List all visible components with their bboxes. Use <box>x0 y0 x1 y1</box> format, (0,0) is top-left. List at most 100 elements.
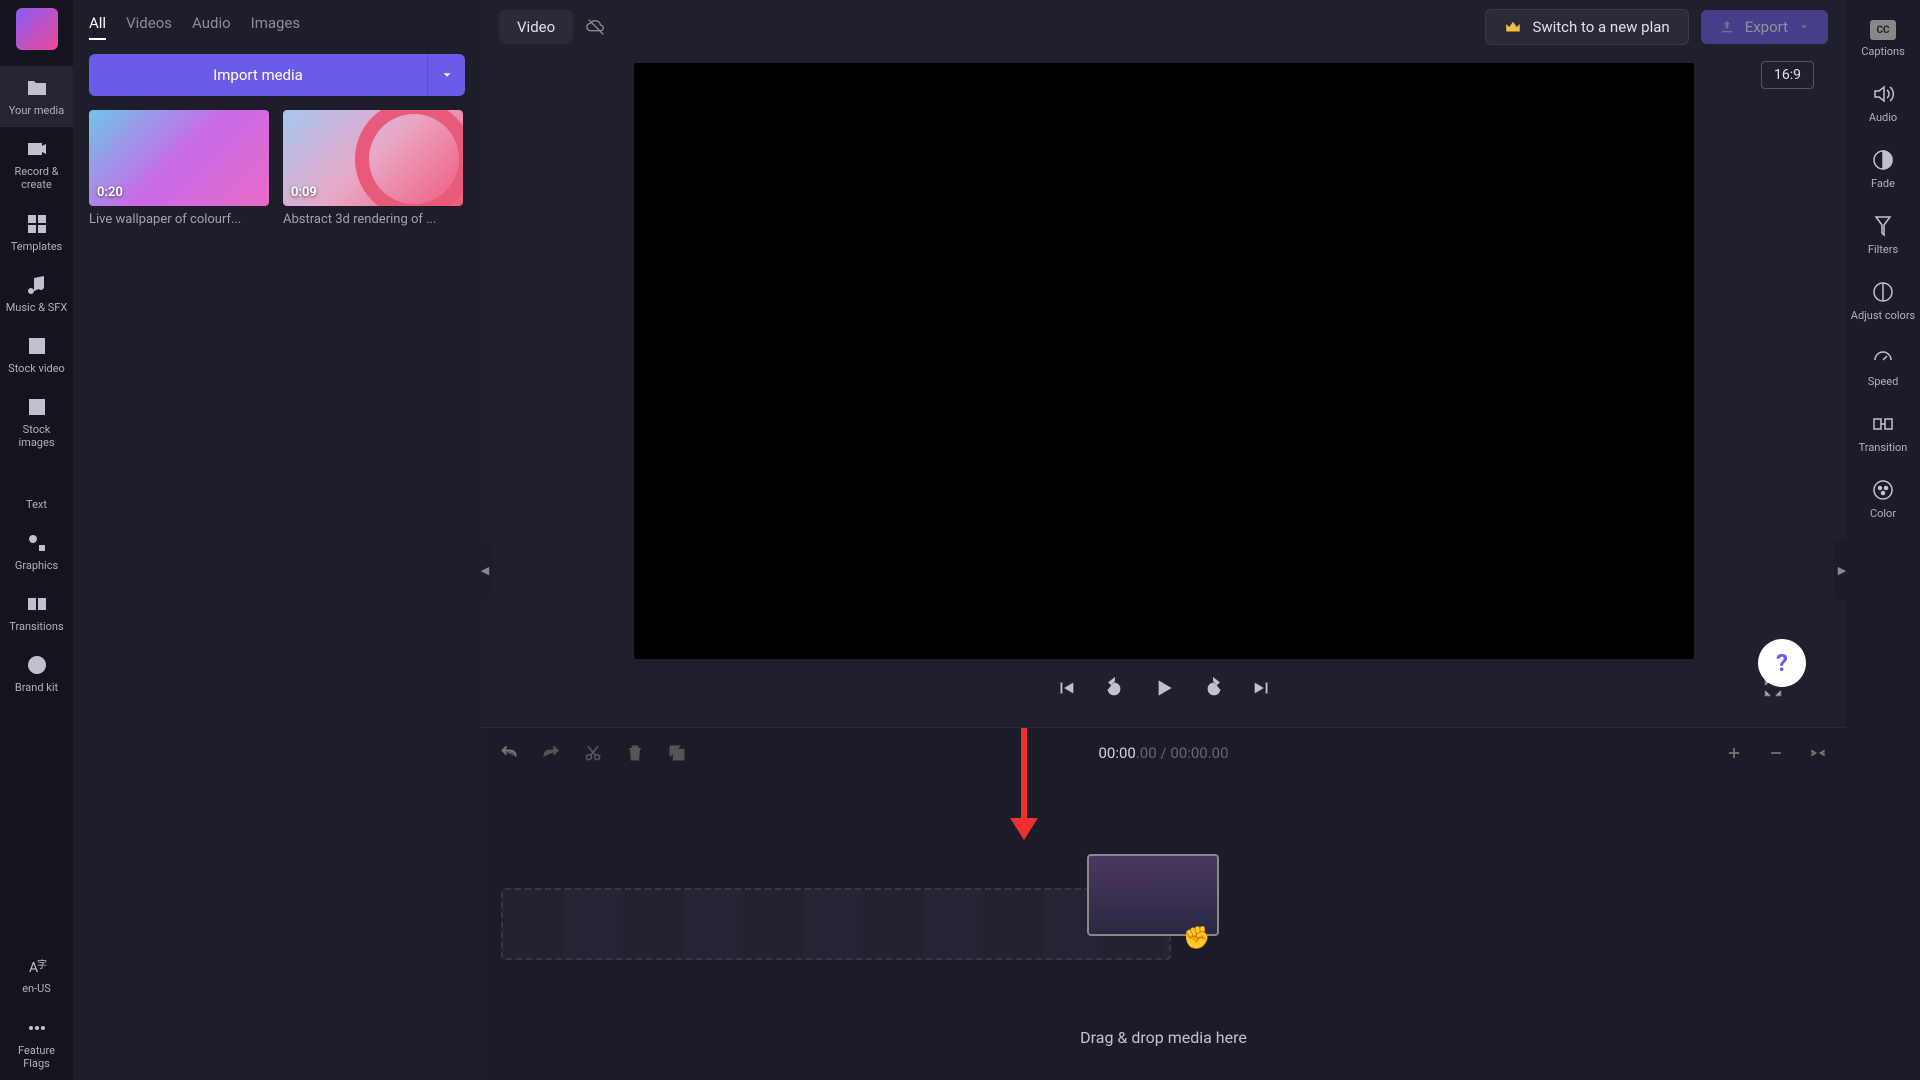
export-button[interactable]: Export <box>1701 10 1828 44</box>
sidebar-label: Feature Flags <box>4 1044 69 1070</box>
right-item-speed[interactable]: Speed <box>1846 336 1920 402</box>
clip-thumbnail: 0:20 <box>89 110 269 206</box>
sidebar-item-your-media[interactable]: Your media <box>0 66 73 127</box>
annotation-arrow <box>1021 728 1038 840</box>
contrast-icon <box>1871 280 1895 304</box>
media-clip[interactable]: 0:09 Abstract 3d rendering of ... <box>283 110 463 227</box>
right-label: Captions <box>1861 45 1905 58</box>
fit-button[interactable] <box>1808 743 1828 763</box>
play-button[interactable] <box>1151 675 1177 701</box>
skip-start-button[interactable] <box>1055 677 1077 699</box>
sidebar-item-stock-images[interactable]: Stock images <box>0 385 73 459</box>
import-row: Import media <box>89 54 465 96</box>
sidebar-item-music[interactable]: Music & SFX <box>0 263 73 324</box>
sidebar-label: Stock images <box>4 423 69 449</box>
import-media-dropdown[interactable] <box>427 54 465 96</box>
sidebar-label: Music & SFX <box>6 301 68 314</box>
film-icon <box>25 334 49 358</box>
tab-videos[interactable]: Videos <box>126 14 172 40</box>
speed-icon <box>1871 346 1895 370</box>
switch-plan-button[interactable]: Switch to a new plan <box>1485 9 1688 45</box>
left-sidebar: Your media Record & create Templates Mus… <box>0 0 73 1080</box>
right-label: Filters <box>1868 243 1898 256</box>
cloud-off-icon <box>585 16 607 38</box>
right-label: Speed <box>1868 375 1899 388</box>
templates-icon <box>25 212 49 236</box>
switch-plan-label: Switch to a new plan <box>1532 18 1669 36</box>
chevron-down-icon <box>440 68 454 82</box>
upload-icon <box>1719 19 1735 35</box>
app-logo[interactable] <box>16 8 58 50</box>
sidebar-item-record[interactable]: Record & create <box>0 127 73 201</box>
sidebar-label: Brand kit <box>15 681 58 694</box>
timeline-tracks[interactable]: ✊ Drag & drop media here <box>481 778 1846 1080</box>
zoom-in-button[interactable] <box>1724 743 1744 763</box>
project-type-pill[interactable]: Video <box>499 10 573 44</box>
top-bar: Video Switch to a new plan Export <box>481 0 1846 53</box>
clip-label: Live wallpaper of colourf... <box>89 212 269 227</box>
sidebar-label: en-US <box>22 982 51 995</box>
aspect-ratio-button[interactable]: 16:9 <box>1761 61 1814 89</box>
crown-icon <box>1504 18 1522 36</box>
globe-icon: A字 <box>25 954 49 978</box>
sidebar-item-transitions[interactable]: Transitions <box>0 582 73 643</box>
timeline-zoom <box>1724 743 1828 763</box>
tab-images[interactable]: Images <box>251 14 301 40</box>
sidebar-label: Text <box>26 498 47 511</box>
clip-thumbnail: 0:09 <box>283 110 463 206</box>
duplicate-button[interactable] <box>667 743 687 763</box>
cut-button[interactable] <box>583 743 603 763</box>
right-sidebar: CC Captions Audio Fade Filters Adjust co… <box>1846 0 1920 1080</box>
export-label: Export <box>1745 18 1788 36</box>
right-item-transition[interactable]: Transition <box>1846 402 1920 468</box>
right-label: Transition <box>1859 441 1908 454</box>
sidebar-item-stock-video[interactable]: Stock video <box>0 324 73 385</box>
image-icon <box>25 395 49 419</box>
timeline: 00:00.00 / 00:00.00 ✊ Drag & drop media … <box>481 727 1846 1080</box>
sidebar-label: Transitions <box>9 620 63 633</box>
skip-end-button[interactable] <box>1251 677 1273 699</box>
right-item-audio[interactable]: Audio <box>1846 72 1920 138</box>
media-clip[interactable]: 0:20 Live wallpaper of colourf... <box>89 110 269 227</box>
transport-controls <box>511 659 1816 717</box>
right-label: Adjust colors <box>1851 309 1915 322</box>
filters-icon <box>1871 214 1895 238</box>
dragging-clip-thumbnail[interactable] <box>1087 854 1219 936</box>
right-item-filters[interactable]: Filters <box>1846 204 1920 270</box>
rewind-button[interactable] <box>1103 677 1125 699</box>
chevron-down-icon <box>1798 21 1810 33</box>
timeline-drop-zone[interactable] <box>501 888 1171 960</box>
collapse-right-panel-button[interactable]: ▶ <box>1834 540 1850 600</box>
cc-icon: CC <box>1870 20 1896 40</box>
sidebar-item-feature-flags[interactable]: Feature Flags <box>0 1006 73 1080</box>
right-item-adjust-colors[interactable]: Adjust colors <box>1846 270 1920 336</box>
undo-button[interactable] <box>499 743 519 763</box>
color-icon <box>1871 478 1895 502</box>
clip-duration: 0:20 <box>97 185 123 200</box>
sidebar-item-text[interactable]: Text <box>0 460 73 521</box>
sidebar-item-brand-kit[interactable]: Brand kit <box>0 643 73 704</box>
forward-button[interactable] <box>1203 677 1225 699</box>
right-item-fade[interactable]: Fade <box>1846 138 1920 204</box>
right-item-color[interactable]: Color <box>1846 468 1920 534</box>
music-icon <box>25 273 49 297</box>
delete-button[interactable] <box>625 743 645 763</box>
right-item-captions[interactable]: CC Captions <box>1846 10 1920 72</box>
sidebar-item-templates[interactable]: Templates <box>0 202 73 263</box>
tab-audio[interactable]: Audio <box>192 14 231 40</box>
drop-hint-text: Drag & drop media here <box>1080 1028 1247 1047</box>
sidebar-item-locale[interactable]: A字 en-US <box>0 944 73 1005</box>
svg-text:字: 字 <box>37 958 47 971</box>
sidebar-label: Record & create <box>4 165 69 191</box>
redo-button[interactable] <box>541 743 561 763</box>
media-tabs: All Videos Audio Images <box>89 14 465 40</box>
sidebar-item-graphics[interactable]: Graphics <box>0 521 73 582</box>
import-media-button[interactable]: Import media <box>89 54 427 96</box>
text-icon <box>25 470 49 494</box>
zoom-out-button[interactable] <box>1766 743 1786 763</box>
shapes-icon <box>25 531 49 555</box>
tab-all[interactable]: All <box>89 14 106 40</box>
right-label: Fade <box>1871 177 1895 190</box>
video-preview[interactable] <box>634 63 1694 659</box>
sidebar-label: Stock video <box>8 362 65 375</box>
